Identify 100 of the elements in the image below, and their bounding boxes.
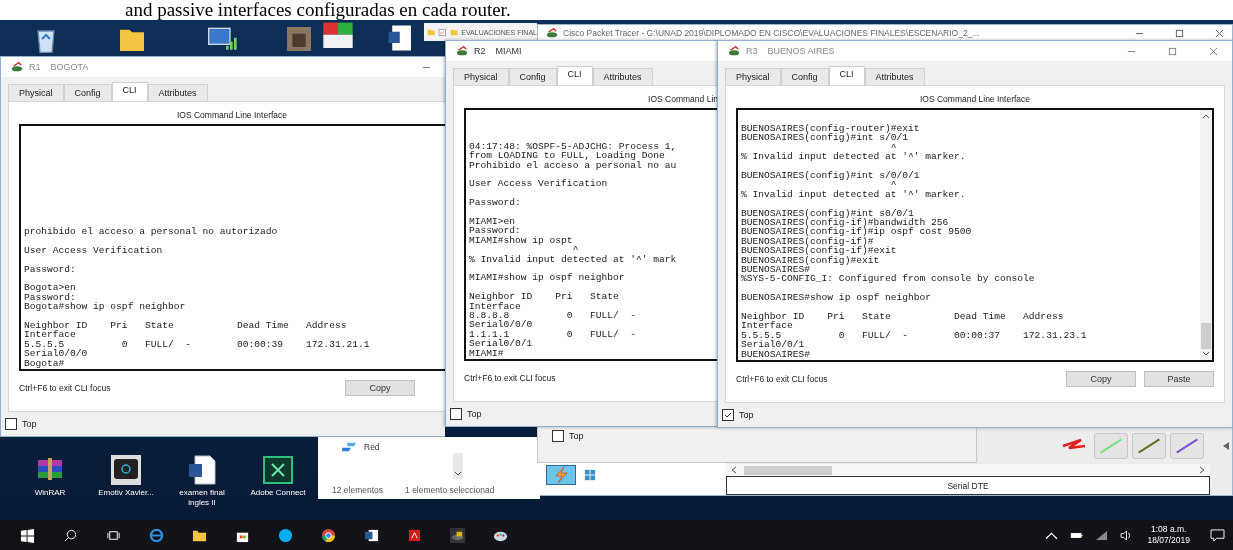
- word-icon[interactable]: [364, 527, 379, 543]
- tab[interactable]: Physical: [453, 68, 509, 85]
- console-line: Bogota#: [24, 358, 66, 368]
- network-icon[interactable]: [340, 441, 358, 453]
- tab[interactable]: Physical: [725, 68, 781, 85]
- focus-hint: Ctrl+F6 to exit CLI focus: [19, 383, 111, 393]
- cable-type-label: Serial DTE: [726, 476, 1210, 495]
- tab[interactable]: CLI: [556, 66, 593, 85]
- scroll-right-icon[interactable]: [1198, 466, 1206, 474]
- console-line: MIAMI#show ip ospf neighbor: [469, 273, 626, 283]
- checklist-icon[interactable]: [438, 26, 447, 38]
- desktop-icon-label[interactable]: Adobe Connect: [250, 488, 306, 498]
- action-button[interactable]: Copy: [345, 380, 415, 396]
- vertical-scrollbar[interactable]: [1200, 110, 1212, 360]
- collapse-arrow-icon[interactable]: [1222, 441, 1230, 451]
- tab[interactable]: Config: [780, 68, 829, 85]
- console-line: Serial0/0/0: [469, 320, 534, 330]
- console-line: Serial0/0/1: [469, 339, 534, 349]
- scrollbar-thumb[interactable]: [1201, 323, 1211, 349]
- cli-console[interactable]: [736, 108, 1214, 362]
- console-line: ^: [889, 142, 898, 153]
- console-line: BUENOSAIRES(config)#int s/0/0/1: [741, 170, 921, 181]
- console-line: %SYS-5-CONFIG_I: Configured from console by console: [741, 274, 1036, 284]
- tab[interactable]: Physical: [8, 84, 64, 101]
- checkbox[interactable]: [450, 408, 462, 420]
- tab[interactable]: Attributes: [864, 68, 925, 85]
- clock-date[interactable]: 18/07/2019: [1147, 535, 1190, 546]
- window-title: MIAMI: [495, 46, 522, 56]
- action-button[interactable]: Copy: [1066, 371, 1136, 387]
- desktop-icon-label[interactable]: Emotiv Xavier...: [98, 488, 154, 498]
- console-line: 04:17:48: %OSPF-5-ADJCHG: Process 1,: [469, 141, 678, 152]
- word-document-icon[interactable]: [186, 454, 218, 486]
- desktop-icon-label[interactable]: examen final ingles II: [170, 488, 234, 508]
- console-line: Password:: [24, 264, 77, 274]
- notification-icon[interactable]: [1210, 528, 1225, 542]
- cable-icon[interactable]: [1132, 433, 1166, 459]
- scroll-up-icon[interactable]: [1202, 113, 1210, 119]
- console-line: MIAMI#: [469, 348, 505, 358]
- browser-icon[interactable]: [149, 527, 164, 543]
- action-button[interactable]: Paste: [1144, 371, 1214, 387]
- headset-app-icon[interactable]: [110, 454, 142, 486]
- lightning-icon[interactable]: [546, 465, 576, 485]
- panel-heading: IOS Command Line Interface: [175, 109, 289, 122]
- grid-icon[interactable]: [584, 469, 596, 481]
- list-item[interactable]: Red: [364, 442, 380, 452]
- horizontal-scrollbar[interactable]: [726, 464, 1210, 476]
- check-icon: [723, 410, 733, 420]
- router-code: R3: [746, 46, 758, 56]
- console-line: Interface: [24, 330, 77, 340]
- close-icon[interactable]: [1209, 46, 1218, 56]
- desktop-icon-label[interactable]: WinRAR: [34, 488, 66, 498]
- console-line: Neighbor ID Pri State Dead Time Address: [741, 311, 1065, 322]
- checkbox[interactable]: [552, 430, 564, 442]
- console-line: MIAMI#show ip ospt: [469, 235, 573, 246]
- maximize-icon[interactable]: [1168, 46, 1177, 56]
- maximize-icon[interactable]: [1175, 28, 1184, 38]
- network-app-icon[interactable]: [450, 527, 465, 543]
- caret-up-icon[interactable]: [1045, 529, 1059, 541]
- tab[interactable]: CLI: [111, 82, 148, 101]
- clock-time[interactable]: 1:08 a.m.: [1151, 524, 1187, 535]
- window-title: BOGOTA: [50, 62, 89, 72]
- search-icon[interactable]: [63, 527, 78, 543]
- tab[interactable]: Attributes: [592, 68, 653, 85]
- connect-app-icon[interactable]: [262, 454, 294, 486]
- console-line: from LOADING to FULL, Loading Done: [469, 151, 665, 161]
- selection-status: 1 elemento seleccionad: [405, 485, 495, 495]
- scrollbar-thumb[interactable]: [744, 465, 832, 475]
- console-line: ^: [889, 180, 898, 190]
- console-line: ^: [572, 245, 579, 255]
- checkbox[interactable]: [5, 418, 17, 430]
- checkbox-label: Top: [467, 409, 482, 419]
- scroll-down-icon[interactable]: [1202, 351, 1210, 357]
- console-line: Password:: [469, 198, 522, 208]
- browser-icon[interactable]: [321, 527, 336, 543]
- tab[interactable]: Attributes: [147, 84, 208, 101]
- pdf-reader-icon[interactable]: [407, 527, 422, 543]
- console-line: 1.1.1.1 0 FULL/ -: [469, 329, 637, 340]
- chat-app-icon[interactable]: [278, 527, 293, 543]
- console-line: Password:: [24, 292, 76, 303]
- console-line: % Invalid input detected at '^' mark: [469, 254, 678, 264]
- console-line: Password:: [469, 226, 521, 236]
- windows-start-icon[interactable]: [20, 527, 35, 543]
- router-icon: [11, 61, 23, 73]
- checkbox[interactable]: [722, 409, 734, 421]
- tab[interactable]: Config: [508, 68, 557, 85]
- scroll-left-icon[interactable]: [730, 466, 738, 474]
- close-icon[interactable]: [1215, 28, 1224, 38]
- tab[interactable]: Config: [63, 84, 112, 101]
- console-line: Bogota>en: [24, 283, 77, 293]
- scroll-down-icon[interactable]: [454, 471, 462, 477]
- cli-console[interactable]: [19, 124, 445, 371]
- router-icon: [546, 27, 558, 39]
- cli-console[interactable]: [464, 108, 718, 361]
- cable-icon[interactable]: [1170, 433, 1204, 459]
- tab[interactable]: CLI: [828, 66, 865, 85]
- wifi-icon[interactable]: [1095, 529, 1109, 541]
- focus-hint: Ctrl+F6 to exit CLI focus: [736, 374, 828, 384]
- router-icon: [728, 45, 740, 57]
- console-line: BUENOSAIRES#: [741, 264, 811, 275]
- console-line: Interface: [741, 321, 794, 331]
